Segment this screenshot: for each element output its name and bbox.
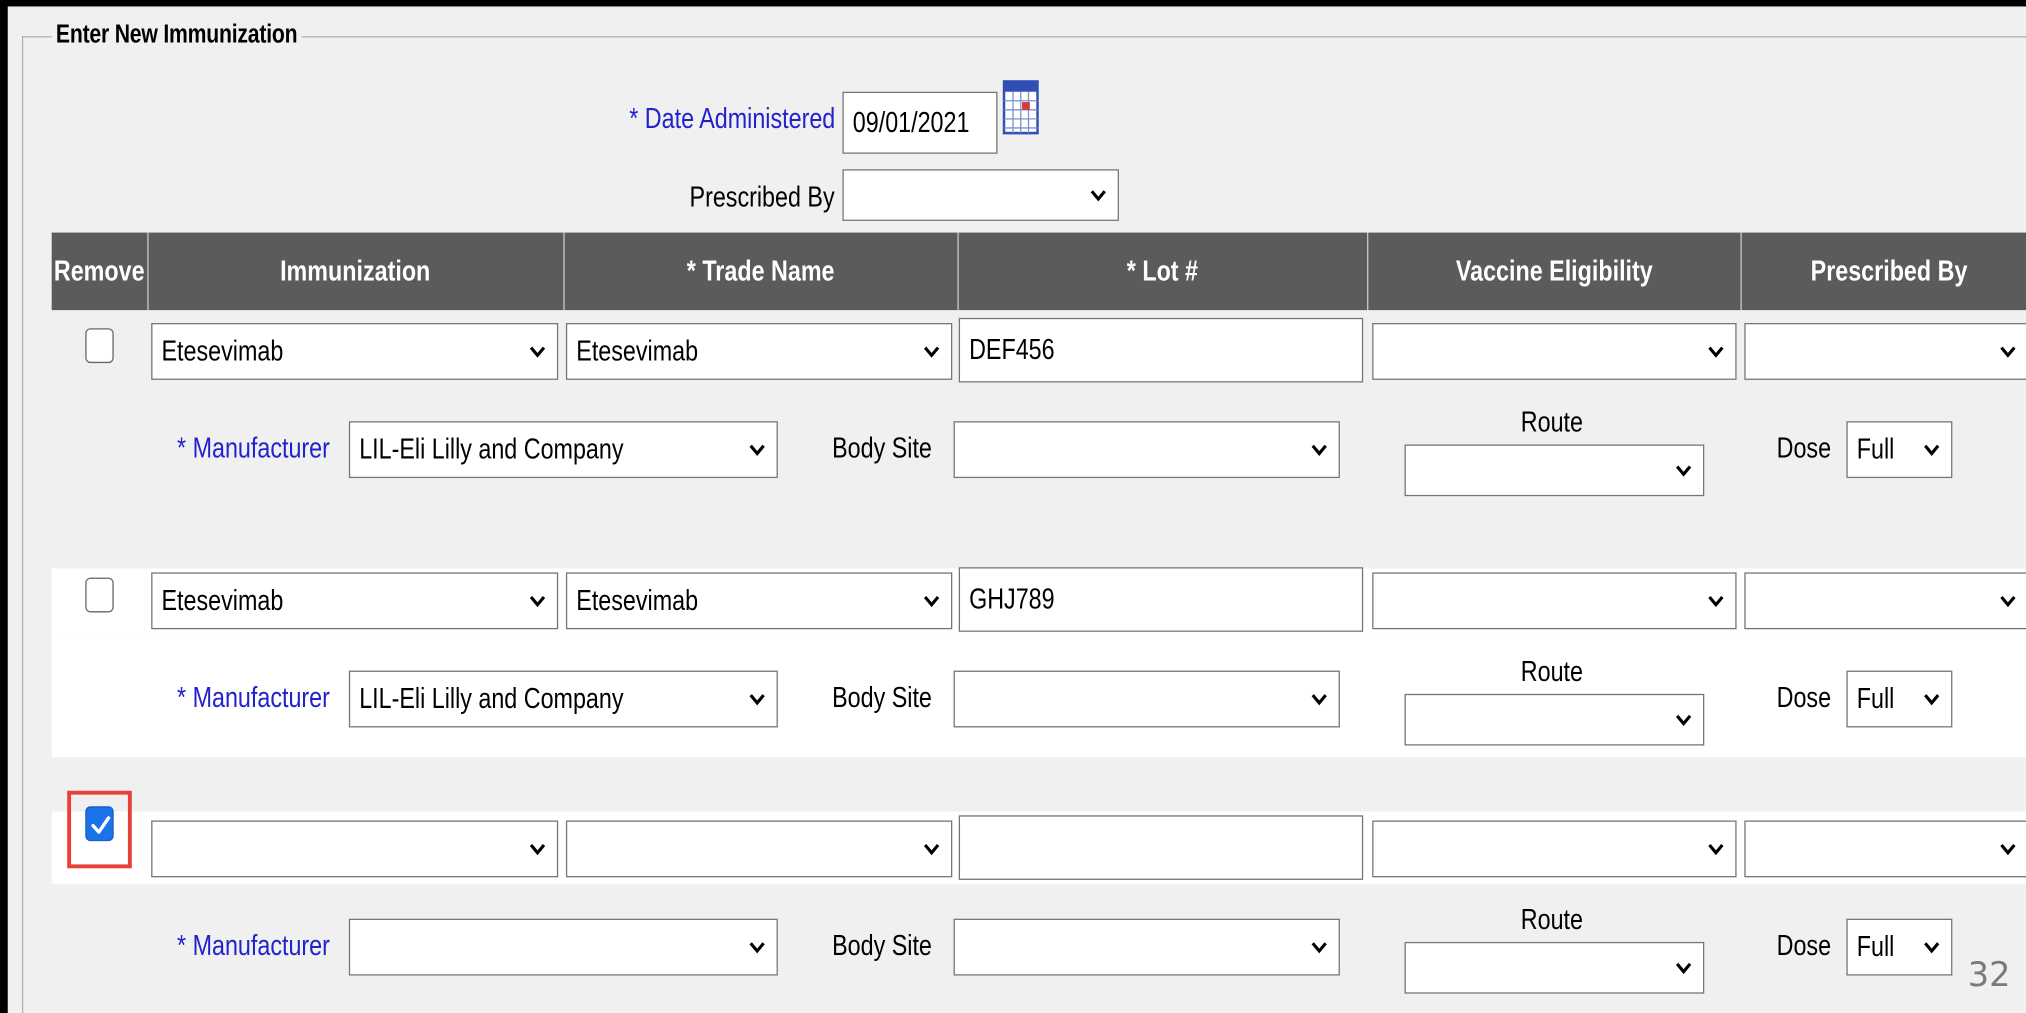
lot-number-input[interactable] [958, 815, 1364, 880]
immunization-form-screen: Enter New Immunization * Date Administer… [0, 0, 2026, 1013]
remove-checkbox[interactable] [85, 806, 114, 842]
dose-label: Dose [1776, 431, 1832, 464]
row-2-remove-column [51, 638, 147, 758]
chevron-down-icon [748, 690, 766, 708]
dose-select-value: Full [1856, 432, 1895, 466]
manufacturer-select-value: LIL-Eli Lilly and Company [359, 682, 624, 715]
header-vaccine-eligibility: Vaccine Eligibility [1367, 232, 1742, 311]
dose-label: Dose [1776, 680, 1832, 714]
chevron-down-icon [923, 840, 941, 858]
chevron-down-icon [1089, 186, 1107, 204]
remove-checkbox[interactable] [85, 328, 114, 364]
header-remove: Remove [52, 232, 149, 311]
chevron-down-icon [528, 342, 546, 360]
header-prescribed-by: Prescribed By [1810, 254, 1968, 287]
chevron-down-icon [748, 938, 766, 956]
immunization-select-value: Etesevimab [161, 334, 284, 367]
vaccine-eligibility-select[interactable] [1372, 572, 1737, 630]
body-site-label: Body Site [832, 431, 932, 464]
body-site-label: Body Site [832, 680, 932, 714]
chevron-down-icon [528, 840, 546, 858]
header-trade-name: * Trade Name [563, 232, 959, 311]
chevron-down-icon [923, 342, 941, 360]
header-lot-number: * Lot # [957, 232, 1369, 311]
chevron-down-icon [1999, 592, 2017, 610]
trade-name-select[interactable] [565, 820, 953, 878]
lot-number-input[interactable]: GHJ789 [958, 567, 1364, 632]
immunization-select-value: Etesevimab [161, 584, 284, 617]
manufacturer-select-value: LIL-Eli Lilly and Company [359, 432, 624, 466]
trade-name-select-value: Etesevimab [576, 334, 699, 367]
route-select[interactable] [1404, 693, 1705, 746]
chevron-down-icon [528, 592, 546, 610]
calendar-icon[interactable] [1002, 80, 1039, 137]
prescribed-by-label: Prescribed By [689, 180, 835, 214]
chevron-down-icon [1310, 690, 1328, 708]
body-site-select[interactable] [953, 918, 1340, 976]
dose-select[interactable]: Full [1846, 670, 1953, 728]
manufacturer-select[interactable] [348, 918, 778, 976]
chevron-down-icon [1923, 690, 1941, 708]
date-administered-input[interactable]: 09/01/2021 [842, 91, 998, 154]
dose-select[interactable]: Full [1846, 918, 1953, 976]
manufacturer-label: * Manufacturer [177, 929, 330, 962]
prescribed-by-select[interactable] [842, 169, 1119, 221]
route-label: Route [1520, 655, 1584, 688]
manufacturer-label: * Manufacturer [177, 680, 330, 714]
chevron-down-icon [1310, 441, 1328, 459]
table-header: Remove Immunization * Trade Name * Lot #… [51, 232, 2026, 311]
lot-number-input[interactable]: DEF456 [958, 317, 1364, 383]
manufacturer-select[interactable]: LIL-Eli Lilly and Company [348, 670, 778, 728]
chevron-down-icon [1999, 840, 2017, 858]
vaccine-eligibility-select[interactable] [1372, 820, 1737, 878]
chevron-down-icon [1999, 342, 2017, 360]
manufacturer-label: * Manufacturer [177, 431, 330, 464]
chevron-down-icon [1675, 959, 1693, 977]
groupbox-legend: Enter New Immunization [51, 20, 302, 51]
manufacturer-select[interactable]: LIL-Eli Lilly and Company [348, 421, 778, 479]
immunization-select[interactable] [151, 820, 559, 878]
chevron-down-icon [1923, 441, 1941, 459]
lot-number-input-value: GHJ789 [969, 582, 1055, 616]
trade-name-select[interactable]: Etesevimab [565, 323, 953, 380]
chevron-down-icon [1707, 840, 1725, 858]
dose-select[interactable]: Full [1846, 421, 1953, 479]
chevron-down-icon [1675, 461, 1693, 479]
body-site-label: Body Site [832, 929, 932, 962]
chevron-down-icon [1923, 938, 1941, 956]
immunization-select[interactable]: Etesevimab [151, 572, 559, 630]
chevron-down-icon [1707, 342, 1725, 360]
remove-checkbox[interactable] [85, 577, 114, 613]
vaccine-eligibility-select[interactable] [1372, 323, 1737, 380]
date-administered-value: 09/01/2021 [852, 105, 970, 139]
slide-number: 32 [1967, 956, 2011, 995]
checkmark-icon [91, 816, 111, 834]
row-prescribed-by-select[interactable] [1744, 572, 2026, 630]
route-label: Route [1520, 405, 1584, 439]
chevron-down-icon [1707, 592, 1725, 610]
header-immunization: Immunization [147, 232, 565, 311]
route-label: Route [1520, 903, 1584, 936]
body-site-select[interactable] [953, 421, 1340, 479]
row-prescribed-by-select[interactable] [1744, 323, 2026, 380]
trade-name-select-value: Etesevimab [576, 584, 699, 617]
chevron-down-icon [1310, 938, 1328, 956]
route-select[interactable] [1404, 444, 1705, 497]
trade-name-select[interactable]: Etesevimab [565, 572, 953, 630]
dose-select-value: Full [1856, 682, 1895, 715]
dose-select-value: Full [1856, 930, 1895, 963]
chevron-down-icon [923, 592, 941, 610]
lot-number-input-value: DEF456 [969, 333, 1055, 366]
window-frame-top [0, 0, 2026, 7]
route-select[interactable] [1404, 941, 1705, 994]
window-frame-left [0, 0, 8, 1013]
dose-label: Dose [1776, 929, 1832, 962]
chevron-down-icon [1675, 711, 1693, 729]
row-prescribed-by-select[interactable] [1744, 820, 2026, 878]
immunization-select[interactable]: Etesevimab [151, 323, 559, 380]
body-site-select[interactable] [953, 670, 1340, 728]
chevron-down-icon [748, 441, 766, 459]
date-administered-label: * Date Administered [628, 102, 835, 135]
